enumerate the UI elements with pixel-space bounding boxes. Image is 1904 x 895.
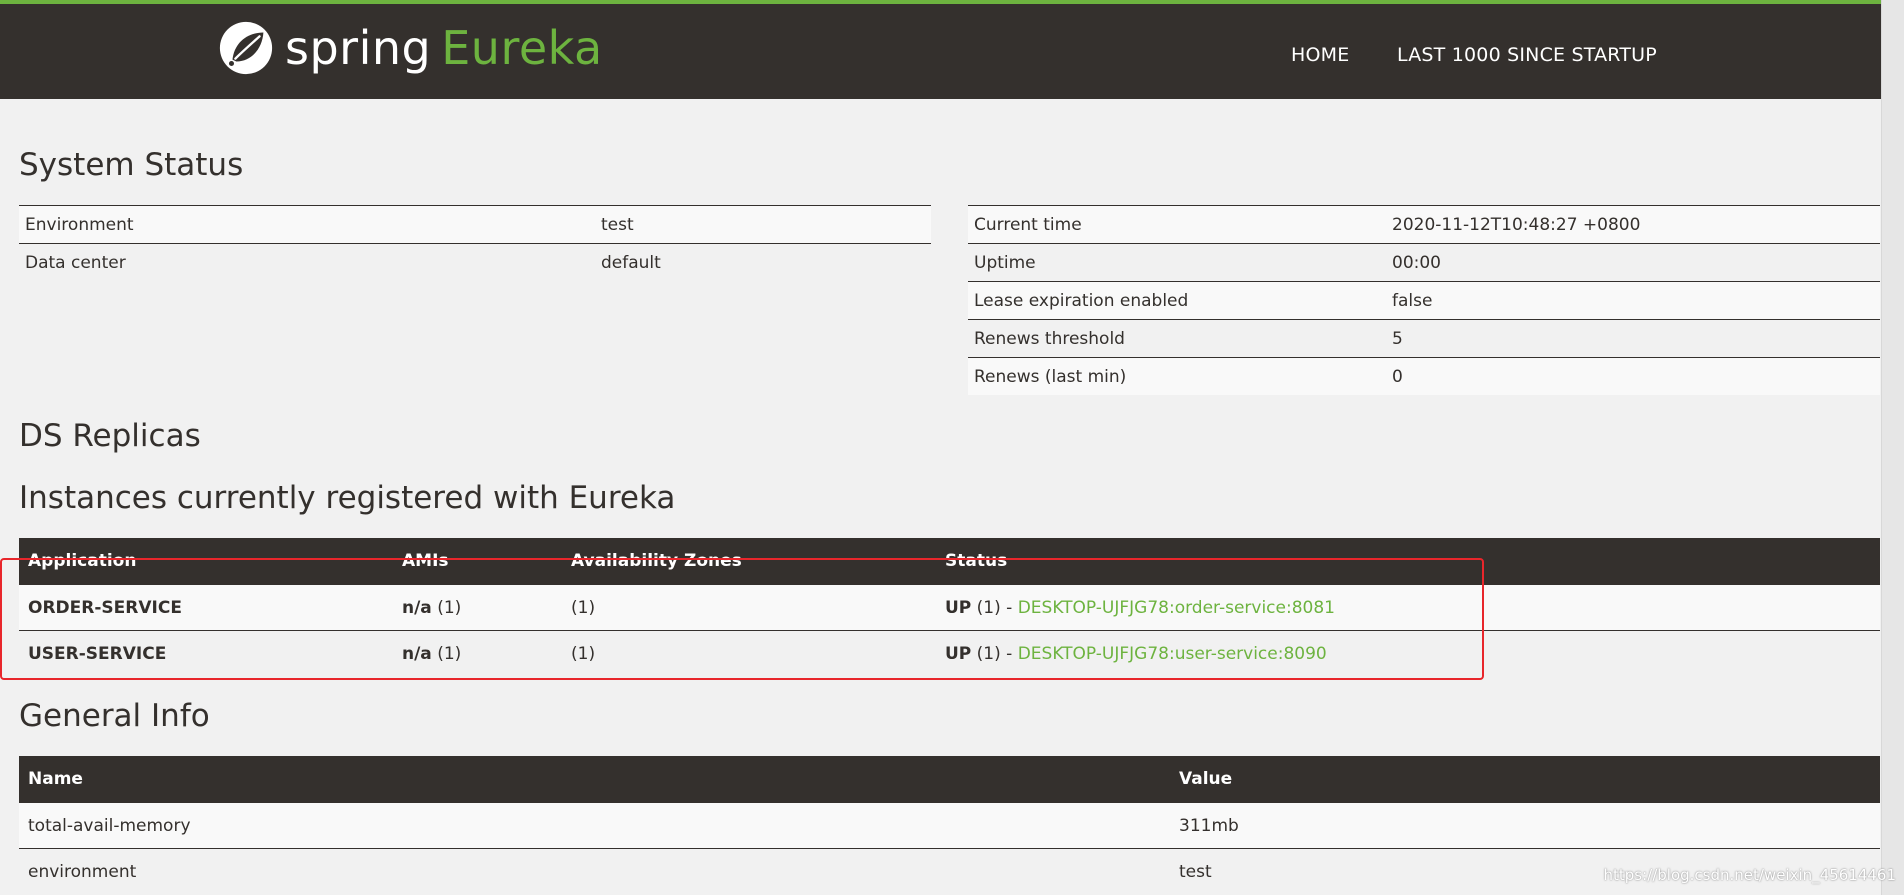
status-value: 0 [1386, 357, 1880, 395]
column-header-amis: AMIs [393, 538, 562, 585]
brand-spring-text: spring [285, 21, 432, 75]
brand-eureka-text: Eureka [441, 21, 603, 75]
table-row: Environment test [19, 205, 931, 244]
table-row: total-avail-memory 311mb [19, 802, 1880, 849]
instance-link[interactable]: DESKTOP-UJFJG78:user-service:8090 [1018, 644, 1327, 664]
status-count: (1) - [976, 597, 1013, 618]
status-value: 00:00 [1386, 243, 1880, 282]
status-key: Renews threshold [968, 319, 1386, 358]
column-header-application: Application [19, 538, 393, 585]
info-name: total-avail-memory [19, 802, 1170, 849]
info-name: environment [19, 848, 1170, 894]
amis-cell: n/a (1) [393, 584, 562, 631]
page-scrollbar[interactable] [1881, 0, 1904, 895]
table-row: Uptime 00:00 [968, 243, 1880, 282]
status-value: false [1386, 281, 1880, 320]
system-status-right-table: Current time 2020-11-12T10:48:27 +0800 U… [968, 205, 1880, 395]
column-header-status: Status [936, 538, 1880, 585]
amis-count: (1) [437, 597, 462, 618]
status-up: UP [945, 597, 972, 618]
status-count: (1) - [976, 643, 1013, 664]
table-header-row: Name Value [19, 756, 1880, 803]
general-info-table: Name Value total-avail-memory 311mb envi… [19, 756, 1880, 894]
table-header-row: Application AMIs Availability Zones Stat… [19, 538, 1880, 585]
instance-link[interactable]: DESKTOP-UJFJG78:order-service:8081 [1018, 598, 1335, 618]
table-row: environment test [19, 848, 1880, 894]
table-row: Renews threshold 5 [968, 319, 1880, 358]
status-up: UP [945, 643, 972, 664]
spring-leaf-icon [219, 21, 273, 75]
status-value: test [595, 205, 931, 244]
application-name: ORDER-SERVICE [19, 584, 393, 631]
ds-replicas-heading: DS Replicas [19, 418, 201, 454]
watermark-text: https://blog.csdn.net/weixin_45614461 [1603, 866, 1896, 884]
navbar: spring Eureka HOME LAST 1000 SINCE START… [0, 4, 1904, 99]
instances-heading: Instances currently registered with Eure… [19, 480, 676, 516]
instances-table: Application AMIs Availability Zones Stat… [19, 538, 1880, 676]
column-header-value: Value [1170, 756, 1880, 803]
status-key: Environment [19, 205, 595, 244]
amis-count: (1) [437, 643, 462, 664]
status-value: default [595, 243, 931, 281]
system-status-left-table: Environment test Data center default [19, 205, 931, 281]
table-row: ORDER-SERVICE n/a (1) (1) UP (1) - DESKT… [19, 584, 1880, 631]
brand-logo[interactable]: spring Eureka [217, 18, 603, 78]
nav-home-link[interactable]: HOME [1291, 44, 1349, 66]
amis-value: n/a [402, 597, 432, 618]
status-cell: UP (1) - DESKTOP-UJFJG78:order-service:8… [936, 584, 1880, 631]
table-row: Current time 2020-11-12T10:48:27 +0800 [968, 205, 1880, 244]
nav-last-1000-link[interactable]: LAST 1000 SINCE STARTUP [1397, 44, 1657, 66]
status-key: Renews (last min) [968, 357, 1386, 395]
amis-cell: n/a (1) [393, 630, 562, 676]
status-key: Data center [19, 243, 595, 281]
application-name: USER-SERVICE [19, 630, 393, 676]
column-header-name: Name [19, 756, 1170, 803]
table-row: Lease expiration enabled false [968, 281, 1880, 320]
system-status-heading: System Status [19, 147, 244, 183]
status-value: 5 [1386, 319, 1880, 358]
status-value: 2020-11-12T10:48:27 +0800 [1386, 205, 1880, 244]
status-cell: UP (1) - DESKTOP-UJFJG78:user-service:80… [936, 630, 1880, 676]
general-info-heading: General Info [19, 698, 210, 734]
status-key: Current time [968, 205, 1386, 244]
zones-cell: (1) [562, 584, 936, 631]
zones-cell: (1) [562, 630, 936, 676]
info-value: 311mb [1170, 802, 1880, 849]
table-row: USER-SERVICE n/a (1) (1) UP (1) - DESKTO… [19, 630, 1880, 676]
column-header-availability-zones: Availability Zones [562, 538, 936, 585]
status-key: Uptime [968, 243, 1386, 282]
amis-value: n/a [402, 643, 432, 664]
table-row: Data center default [19, 243, 931, 281]
table-row: Renews (last min) 0 [968, 357, 1880, 395]
status-key: Lease expiration enabled [968, 281, 1386, 320]
